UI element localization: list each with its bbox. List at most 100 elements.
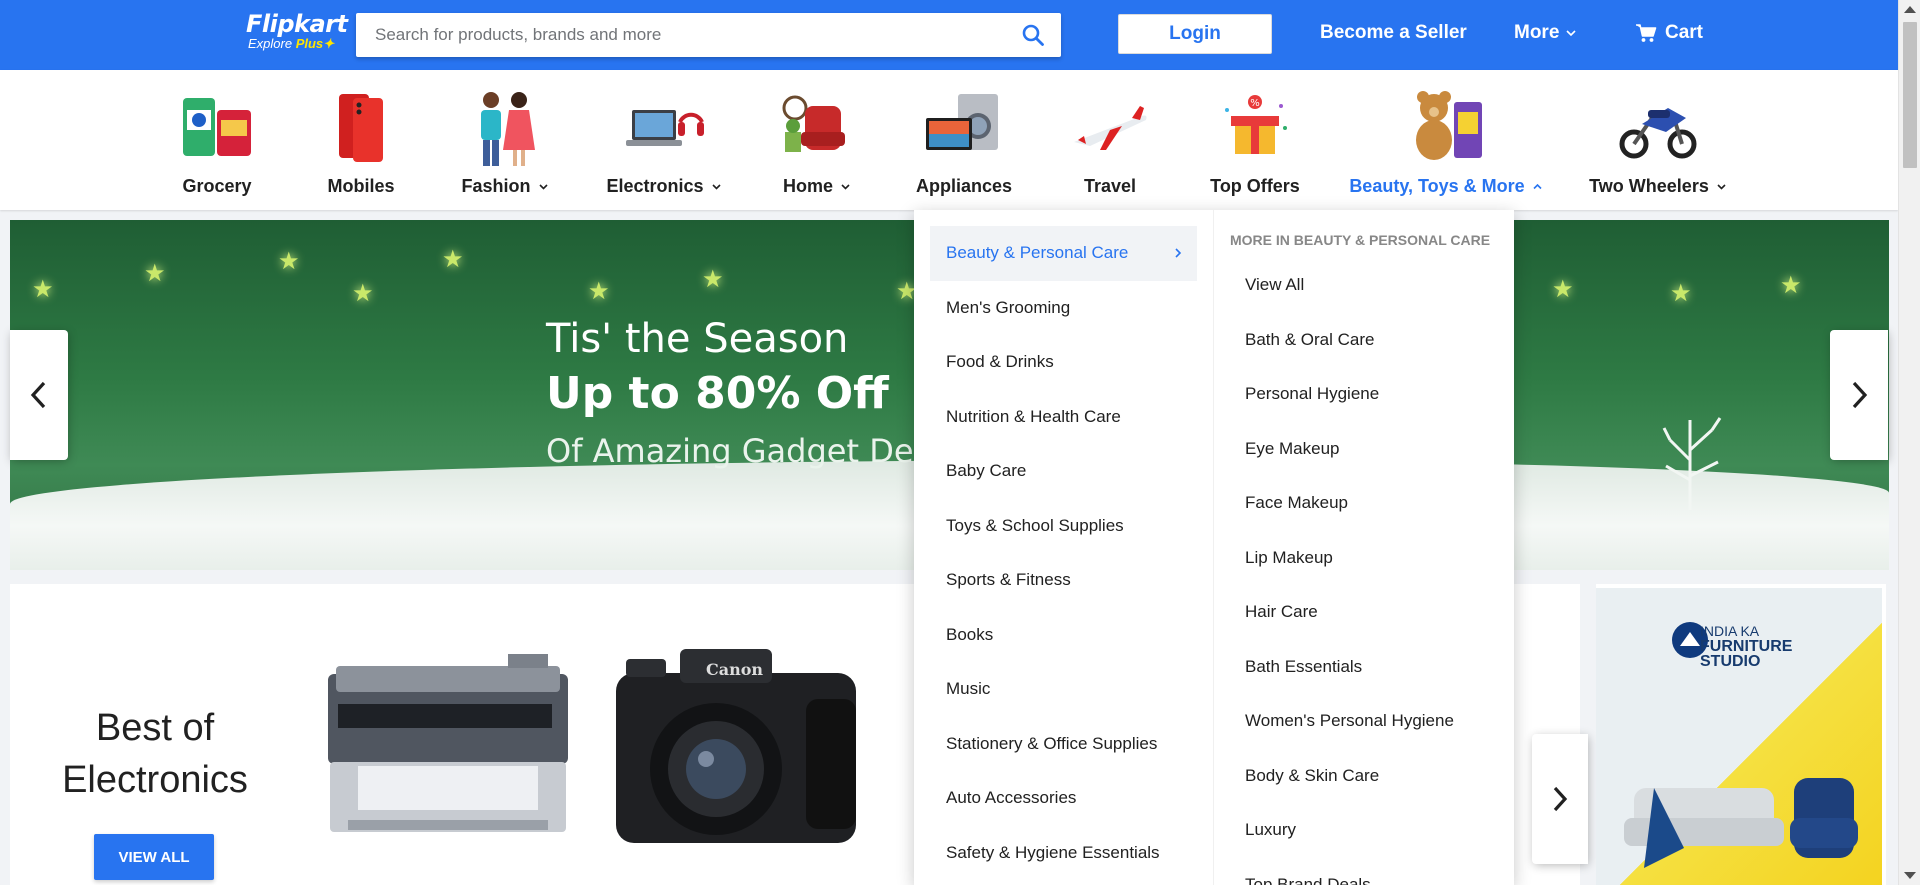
sofa-illustration [1624,778,1858,868]
dropdown-item-nutrition-health-care[interactable]: Nutrition & Health Care [930,390,1197,445]
star-decoration: ★ [1670,280,1692,307]
banner-headline: Tis' the Season [546,316,849,362]
motorbike-icon [1619,108,1697,159]
category-label: Appliances [915,176,1013,196]
dropdown-item-label: Beauty & Personal Care [946,243,1129,263]
subcategory-lip-makeup[interactable]: Lip Makeup [1214,531,1514,586]
ad-banner: INDIA KA FURNITURE STUDIO [1596,588,1882,885]
page-scrollbar[interactable] [1898,0,1920,885]
cart-icon [1636,24,1657,42]
category-label: Home [783,176,851,197]
star-decoration: ★ [32,276,54,303]
category-travel[interactable]: Travel [1030,88,1190,197]
dropdown-item-sports-fitness[interactable]: Sports & Fitness [930,553,1197,608]
category-two-wheelers[interactable]: Two Wheelers [1578,88,1738,197]
top-header: Flipkart Explore Plus✦ Login Become a Se… [0,0,1898,70]
category-appliances[interactable]: Appliances [884,88,1044,197]
scroll-down-arrow-icon[interactable] [1904,872,1916,879]
search-bar [356,13,1061,57]
carousel-next-button[interactable] [1532,734,1588,864]
printer-product-image[interactable] [318,644,573,844]
login-button[interactable]: Login [1118,14,1272,54]
dropdown-item-auto-accessories[interactable]: Auto Accessories [930,771,1197,826]
category-grocery[interactable]: Grocery [137,88,297,197]
subcategory-body-skin-care[interactable]: Body & Skin Care [1214,749,1514,804]
chevron-left-icon [30,381,46,409]
star-decoration: ★ [442,246,464,273]
star-decoration: ★ [144,260,166,287]
tree-illustration [1662,417,1722,510]
dropdown-item-safety-hygiene-essentials[interactable]: Safety & Hygiene Essentials [930,826,1197,881]
dropdown-item-food-drinks[interactable]: Food & Drinks [930,335,1197,390]
banner-next-button[interactable] [1830,330,1888,460]
chevron-down-icon [1717,184,1726,190]
subcategory-personal-hygiene[interactable]: Personal Hygiene [1214,367,1514,422]
subcategory-top-brand-deals[interactable]: Top Brand Deals [1214,858,1514,885]
view-all-button[interactable]: VIEW ALL [94,834,214,880]
search-input[interactable] [356,13,986,57]
teddy-bear-icon [1416,91,1482,160]
dropdown-item-toys-school-supplies[interactable]: Toys & School Supplies [930,499,1197,554]
category-label: Mobiles [327,176,395,196]
svg-text:%: % [1250,98,1260,109]
cart-link[interactable]: Cart [1635,22,1703,44]
cart-label: Cart [1665,22,1704,43]
subcategory-bath-essentials[interactable]: Bath Essentials [1214,640,1514,695]
star-decoration: ★ [1552,276,1574,303]
star-decoration: ★ [352,280,374,307]
star-decoration: ★ [1780,272,1802,299]
dropdown-item-books[interactable]: Books [930,608,1197,663]
dropdown-category-list: Beauty & Personal Care Men's Grooming Fo… [914,210,1214,885]
subcategory-bath-oral-care[interactable]: Bath & Oral Care [1214,313,1514,368]
subcategory-view-all[interactable]: View All [1214,258,1514,313]
category-electronics[interactable]: Electronics [584,88,744,197]
category-navigation: Grocery Mobiles Fashion Electronics Home [0,70,1898,210]
banner-prev-button[interactable] [10,330,68,460]
star-decoration: ★ [278,248,300,275]
become-seller-link[interactable]: Become a Seller [1320,22,1467,44]
banner-subtext: Of Amazing Gadget Deals [546,432,959,470]
category-mobiles[interactable]: Mobiles [281,88,441,197]
category-label: Fashion [461,176,548,197]
chevron-down-icon [1566,30,1576,37]
subcategory-eye-makeup[interactable]: Eye Makeup [1214,422,1514,477]
logo-subtext: Explore Plus✦ [248,36,335,51]
chevron-down-icon [538,184,548,190]
grocery-icon [183,98,251,156]
scrollbar-thumb[interactable] [1903,22,1917,168]
chevron-right-icon [1852,381,1868,409]
chevron-down-icon [711,184,721,190]
more-menu[interactable]: More [1514,22,1577,44]
dropdown-item-mens-grooming[interactable]: Men's Grooming [930,281,1197,336]
category-fashion[interactable]: Fashion [425,88,585,197]
flipkart-logo[interactable]: Flipkart Explore Plus✦ [246,11,348,51]
category-label: Grocery [182,176,252,196]
search-icon[interactable] [1021,23,1045,47]
scroll-up-arrow-icon[interactable] [1904,6,1916,13]
subcategory-face-makeup[interactable]: Face Makeup [1214,476,1514,531]
category-top-offers[interactable]: % Top Offers [1175,88,1335,197]
chevron-up-icon [1533,183,1542,190]
banner-offer: Up to 80% Off [546,368,889,419]
subcategory-womens-personal-hygiene[interactable]: Women's Personal Hygiene [1214,694,1514,749]
chevron-right-icon [1553,786,1568,812]
dropdown-item-stationery-office-supplies[interactable]: Stationery & Office Supplies [930,717,1197,772]
dropdown-item-music[interactable]: Music [930,662,1197,717]
dropdown-subcategory-list: MORE IN BEAUTY & PERSONAL CARE View All … [1214,210,1514,885]
chevron-right-icon [1175,248,1182,258]
camera-product-image[interactable]: Canon [606,629,866,859]
category-label: Travel [1083,176,1137,196]
furniture-ad-card[interactable]: INDIA KA FURNITURE STUDIO [1596,584,1886,885]
category-label: Two Wheelers [1589,176,1727,197]
subcategory-hair-care[interactable]: Hair Care [1214,585,1514,640]
appliances-icon [926,94,998,150]
category-home[interactable]: Home [737,88,897,197]
beauty-toys-dropdown-menu: Beauty & Personal Care Men's Grooming Fo… [914,210,1514,885]
subcategory-luxury[interactable]: Luxury [1214,803,1514,858]
seller-label: Become a Seller [1320,22,1467,43]
category-label: Beauty, Toys & More [1349,176,1542,197]
category-label: Top Offers [1210,176,1300,196]
category-beauty-toys-more[interactable]: Beauty, Toys & More [1349,88,1542,197]
dropdown-item-baby-care[interactable]: Baby Care [930,444,1197,499]
dropdown-item-beauty-personal-care[interactable]: Beauty & Personal Care [930,226,1197,281]
